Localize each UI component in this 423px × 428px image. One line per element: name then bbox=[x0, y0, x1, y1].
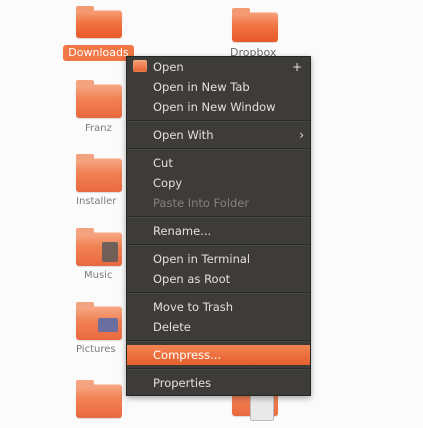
downloads-folder-icon[interactable] bbox=[76, 6, 122, 38]
installer-label[interactable]: Installer bbox=[76, 196, 116, 207]
menu-item-open-label: Open bbox=[153, 60, 184, 74]
menu-item-copy[interactable]: Copy bbox=[127, 173, 310, 193]
menu-item-rename[interactable]: Rename... bbox=[127, 221, 310, 241]
music-label[interactable]: Music bbox=[84, 270, 112, 281]
franz-folder-icon[interactable] bbox=[76, 80, 122, 118]
menu-item-move-to-trash-label: Move to Trash bbox=[153, 300, 234, 314]
menu-separator bbox=[127, 120, 310, 122]
menu-item-properties-label: Properties bbox=[153, 376, 212, 390]
menu-item-open-new-window[interactable]: Open in New Window bbox=[127, 97, 310, 117]
music-icon bbox=[102, 242, 118, 262]
downloads-label[interactable]: Downloads bbox=[63, 45, 134, 61]
menu-separator bbox=[127, 216, 310, 218]
menu-separator bbox=[127, 368, 310, 370]
document-icon[interactable] bbox=[250, 393, 274, 421]
menu-item-move-to-trash[interactable]: Move to Trash bbox=[127, 297, 310, 317]
dropbox-folder-icon[interactable] bbox=[232, 8, 278, 42]
menu-item-open-as-root[interactable]: Open as Root bbox=[127, 269, 310, 289]
menu-item-cut[interactable]: Cut bbox=[127, 153, 310, 173]
menu-item-paste-into-folder-label: Paste Into Folder bbox=[153, 196, 250, 210]
menu-item-open-terminal-label: Open in Terminal bbox=[153, 252, 251, 266]
context-menu: Open + Open in New Tab Open in New Windo… bbox=[126, 56, 311, 396]
menu-item-delete[interactable]: Delete bbox=[127, 317, 310, 337]
menu-item-delete-label: Delete bbox=[153, 320, 191, 334]
menu-separator bbox=[127, 292, 310, 294]
menu-item-open-new-window-label: Open in New Window bbox=[153, 100, 276, 114]
menu-item-paste-into-folder: Paste Into Folder bbox=[127, 193, 310, 213]
menu-separator bbox=[127, 340, 310, 342]
menu-item-open-as-root-label: Open as Root bbox=[153, 272, 231, 286]
menu-item-open-new-tab-label: Open in New Tab bbox=[153, 80, 250, 94]
menu-item-open-new-tab[interactable]: Open in New Tab bbox=[127, 77, 310, 97]
franz-label[interactable]: Franz bbox=[85, 123, 112, 134]
menu-item-compress[interactable]: Compress... bbox=[127, 345, 310, 365]
pictures-label[interactable]: Pictures bbox=[76, 344, 116, 355]
menu-separator bbox=[127, 244, 310, 246]
plus-icon: + bbox=[291, 60, 302, 74]
chevron-right-icon: › bbox=[299, 128, 304, 142]
menu-item-open-with[interactable]: Open With › bbox=[127, 125, 310, 145]
folder-open-icon bbox=[133, 60, 147, 72]
menu-item-rename-label: Rename... bbox=[153, 224, 212, 238]
menu-item-open[interactable]: Open + bbox=[127, 57, 310, 77]
folder-icon[interactable] bbox=[76, 380, 122, 418]
menu-item-compress-label: Compress... bbox=[153, 348, 222, 362]
installer-folder-icon[interactable] bbox=[76, 154, 122, 192]
menu-item-properties[interactable]: Properties bbox=[127, 373, 310, 393]
pictures-icon bbox=[98, 318, 118, 332]
menu-item-cut-label: Cut bbox=[153, 156, 173, 170]
menu-item-copy-label: Copy bbox=[153, 176, 183, 190]
menu-item-open-with-label: Open With bbox=[153, 128, 214, 142]
menu-item-open-terminal[interactable]: Open in Terminal bbox=[127, 249, 310, 269]
menu-separator bbox=[127, 148, 310, 150]
